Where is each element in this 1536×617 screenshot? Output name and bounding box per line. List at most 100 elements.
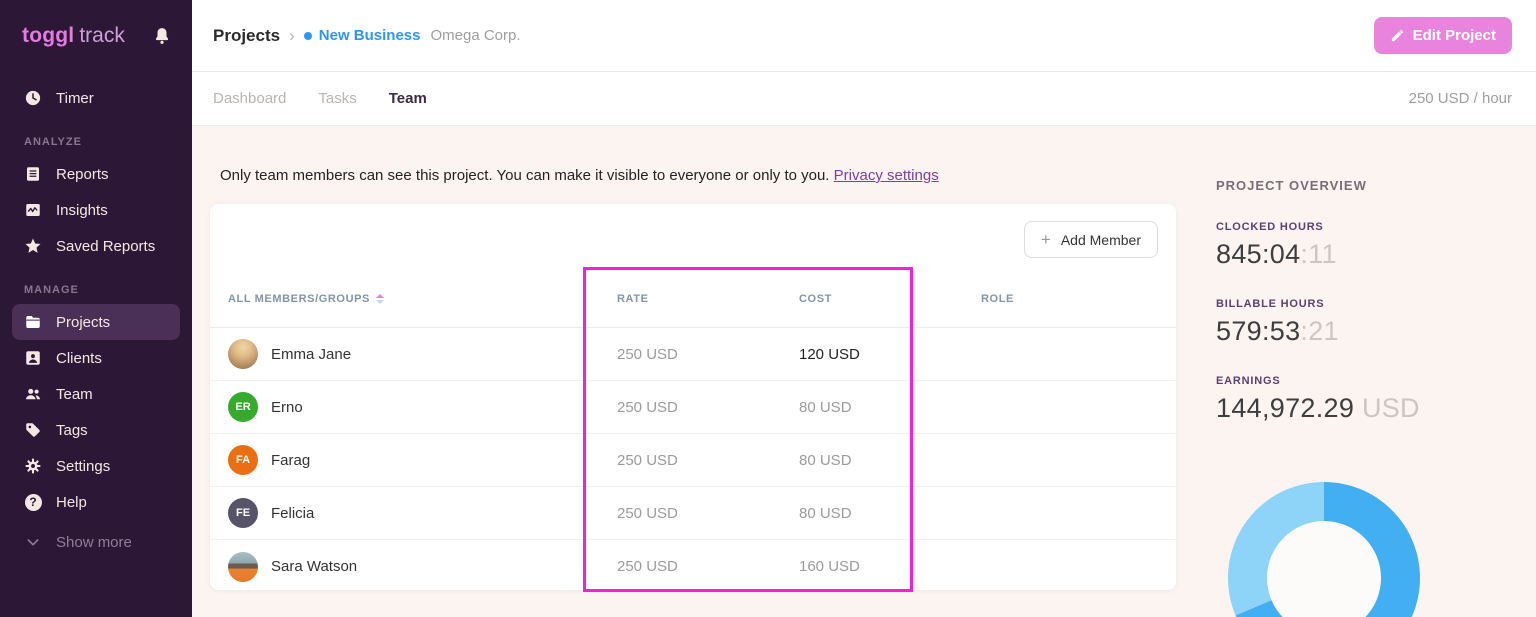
sort-chevrons-icon[interactable] (376, 294, 384, 304)
breadcrumb-separator: › (289, 26, 295, 46)
plus-icon: + (1041, 230, 1051, 250)
member-name: Emma Jane (271, 346, 351, 363)
member-name-cell: ER Erno (228, 392, 617, 422)
privacy-settings-link[interactable]: Privacy settings (834, 167, 939, 184)
sidebar-item-team[interactable]: Team (12, 376, 180, 412)
sidebar-item-label: Saved Reports (56, 238, 155, 255)
document-icon (24, 165, 42, 183)
cost-cell[interactable]: 80 USD (799, 505, 981, 522)
stat-earnings: EARNINGS 144,972.29 USD (1216, 375, 1516, 424)
sidebar-item-label: Projects (56, 314, 110, 331)
sidebar-item-label: Timer (56, 90, 94, 107)
tab-tasks[interactable]: Tasks (318, 90, 356, 107)
visibility-notice: Only team members can see this project. … (220, 167, 939, 184)
sidebar-item-label: Reports (56, 166, 109, 183)
cost-cell[interactable]: 120 USD (799, 346, 981, 363)
column-header-members[interactable]: ALL MEMBERS/GROUPS (228, 293, 617, 305)
table-row: FE Felicia 250 USD 80 USD (210, 487, 1176, 540)
chevron-down-icon (24, 533, 42, 551)
sidebar-item-clients[interactable]: Clients (12, 340, 180, 376)
edit-project-button[interactable]: Edit Project (1374, 17, 1512, 54)
member-name-cell: FA Farag (228, 445, 617, 475)
rate-cell[interactable]: 250 USD (617, 558, 799, 575)
project-tabbar: Dashboard Tasks Team 250 USD / hour (192, 72, 1536, 126)
sidebar-item-settings[interactable]: Settings (12, 448, 180, 484)
sidebar-item-label: Help (56, 494, 87, 511)
rate-cell[interactable]: 250 USD (617, 346, 799, 363)
avatar (228, 552, 258, 582)
breadcrumb-project-name[interactable]: New Business (319, 27, 421, 44)
tab-team[interactable]: Team (389, 90, 427, 107)
edit-project-label: Edit Project (1413, 27, 1496, 44)
table-row: FA Farag 250 USD 80 USD (210, 434, 1176, 487)
project-overview-panel: PROJECT OVERVIEW CLOCKED HOURS 845:04:11… (1216, 178, 1516, 424)
sidebar-section-manage: MANAGE (0, 284, 192, 296)
sidebar-item-label: Settings (56, 458, 110, 475)
app-logo: toggl track (0, 0, 192, 72)
table-row: ER Erno 250 USD 80 USD (210, 381, 1176, 434)
project-color-dot (304, 32, 312, 40)
sidebar-item-label: Team (56, 386, 93, 403)
member-name-cell: Sara Watson (228, 552, 617, 582)
visibility-notice-text: Only team members can see this project. … (220, 167, 829, 184)
breadcrumb-projects[interactable]: Projects (213, 26, 280, 46)
people-icon (24, 385, 42, 403)
sidebar-show-more[interactable]: Show more (12, 524, 180, 560)
add-member-label: Add Member (1061, 232, 1141, 248)
sidebar-item-timer[interactable]: Timer (12, 80, 180, 116)
table-row: Emma Jane 250 USD 120 USD (210, 328, 1176, 381)
stat-billable-hours: BILLABLE HOURS 579:53:21 (1216, 298, 1516, 347)
stat-value: 845:04:11 (1216, 239, 1516, 270)
member-name-cell: Emma Jane (228, 339, 617, 369)
rate-cell[interactable]: 250 USD (617, 505, 799, 522)
donut-chart-hole (1267, 521, 1381, 617)
star-icon (24, 237, 42, 255)
pencil-icon (1390, 28, 1405, 43)
avatar: ER (228, 392, 258, 422)
sidebar-item-insights[interactable]: Insights (12, 192, 180, 228)
sidebar-item-tags[interactable]: Tags (12, 412, 180, 448)
members-table: ALL MEMBERS/GROUPS RATE COST ROLE Emma J… (210, 270, 1176, 593)
sidebar-item-help[interactable]: ? Help (12, 484, 180, 520)
id-card-icon (24, 349, 42, 367)
folder-icon (24, 313, 42, 331)
sidebar-item-label: Show more (56, 534, 132, 551)
logo-track: track (79, 24, 125, 48)
stat-clocked-hours: CLOCKED HOURS 845:04:11 (1216, 221, 1516, 270)
sidebar-item-label: Tags (56, 422, 88, 439)
sidebar-item-projects[interactable]: Projects (12, 304, 180, 340)
donut-chart (1228, 482, 1420, 617)
sidebar-item-label: Clients (56, 350, 102, 367)
member-name: Felicia (271, 505, 314, 522)
sidebar: toggl track Timer ANALYZE Reports Insigh… (0, 0, 192, 617)
sidebar-item-reports[interactable]: Reports (12, 156, 180, 192)
cost-cell[interactable]: 80 USD (799, 399, 981, 416)
avatar: FA (228, 445, 258, 475)
column-header-cost: COST (799, 293, 981, 305)
overview-title: PROJECT OVERVIEW (1216, 178, 1516, 193)
member-name-cell: FE Felicia (228, 498, 617, 528)
logo-toggl: toggl (22, 24, 74, 48)
member-name: Farag (271, 452, 310, 469)
rate-cell[interactable]: 250 USD (617, 452, 799, 469)
table-header-row: ALL MEMBERS/GROUPS RATE COST ROLE (210, 270, 1176, 328)
stat-label: CLOCKED HOURS (1216, 221, 1516, 233)
rate-cell[interactable]: 250 USD (617, 399, 799, 416)
stat-label: EARNINGS (1216, 375, 1516, 387)
add-member-button[interactable]: + Add Member (1024, 221, 1158, 258)
member-name: Sara Watson (271, 558, 357, 575)
sidebar-item-saved-reports[interactable]: Saved Reports (12, 228, 180, 264)
question-icon: ? (24, 493, 42, 511)
pulse-chart-icon (24, 201, 42, 219)
stat-label: BILLABLE HOURS (1216, 298, 1516, 310)
member-name: Erno (271, 399, 303, 416)
bell-icon[interactable] (152, 26, 172, 46)
cost-cell[interactable]: 80 USD (799, 452, 981, 469)
stat-value: 579:53:21 (1216, 316, 1516, 347)
sidebar-section-analyze: ANALYZE (0, 136, 192, 148)
avatar: FE (228, 498, 258, 528)
column-header-rate: RATE (617, 293, 799, 305)
cost-cell[interactable]: 160 USD (799, 558, 981, 575)
tab-dashboard[interactable]: Dashboard (213, 90, 286, 107)
team-members-card: + Add Member ALL MEMBERS/GROUPS RATE COS… (210, 204, 1176, 590)
